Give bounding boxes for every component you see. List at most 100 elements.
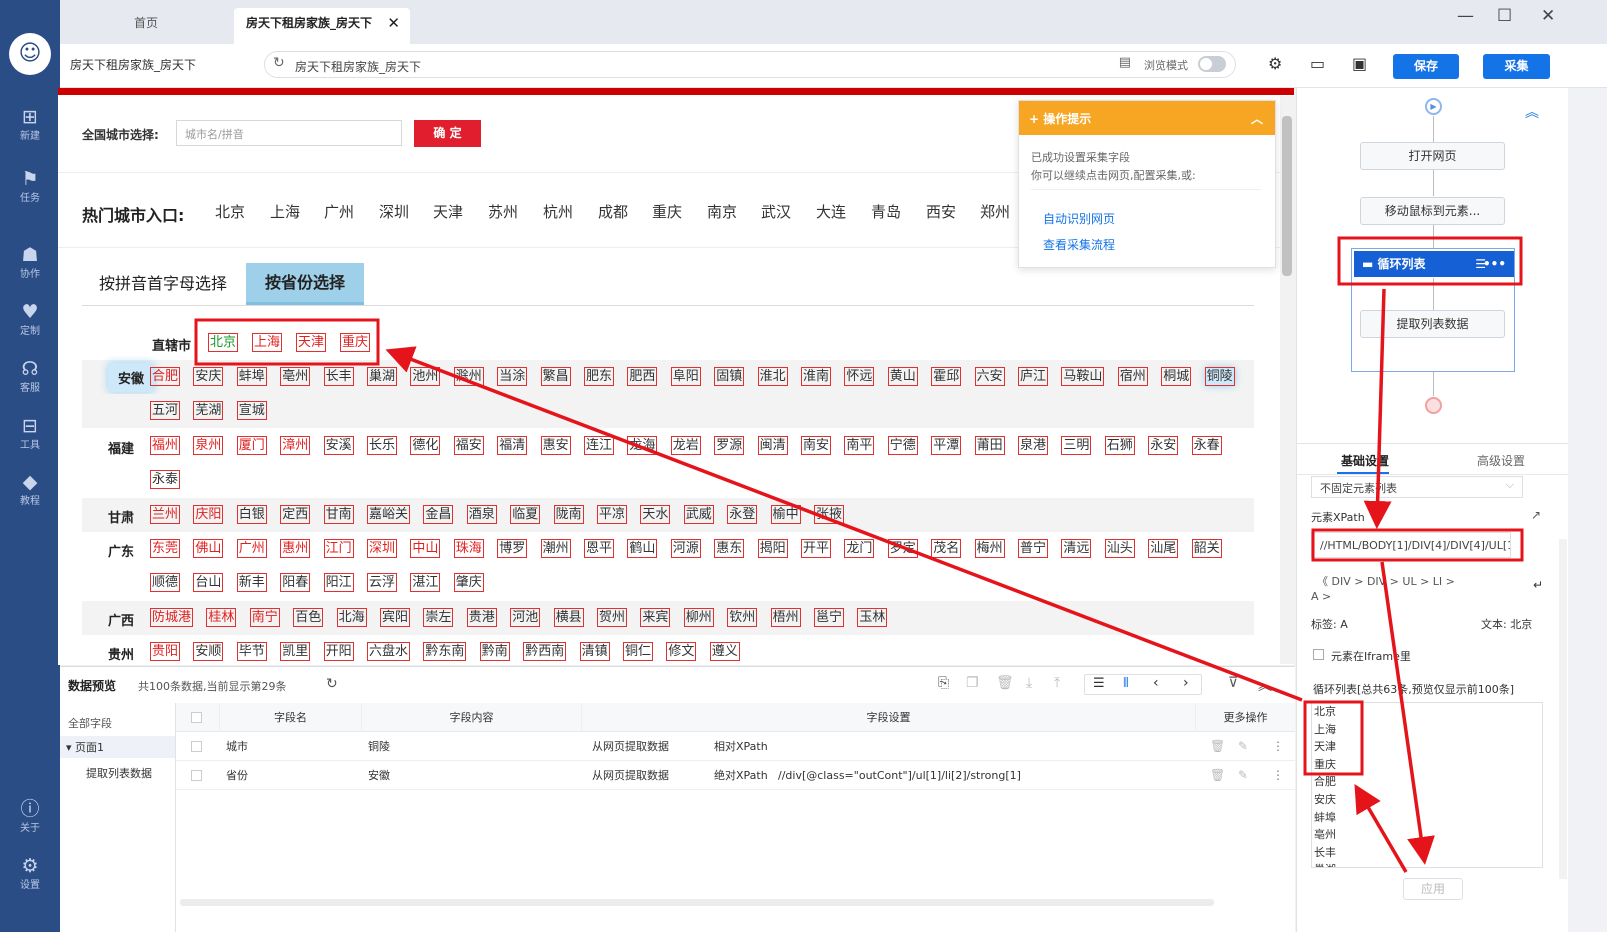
city-link[interactable]: 南安: [801, 436, 832, 455]
city-link[interactable]: 汕尾: [1148, 539, 1179, 558]
layout-bottom-icon[interactable]: ▭: [1310, 54, 1325, 73]
hot-city-link[interactable]: 上海: [270, 201, 300, 222]
city-link[interactable]: 遵义: [709, 642, 740, 661]
city-link[interactable]: 五河: [150, 401, 181, 420]
refresh-icon[interactable]: ↻: [273, 55, 285, 71]
city-link[interactable]: 深圳: [367, 539, 398, 558]
city-link[interactable]: 重庆: [340, 333, 371, 352]
city-link[interactable]: 天水: [640, 505, 671, 524]
province-label[interactable]: 广西: [108, 610, 134, 629]
city-link[interactable]: 福安: [453, 436, 484, 455]
layout-side-icon[interactable]: ▣: [1352, 54, 1367, 73]
delete-icon[interactable]: 🗑: [1210, 732, 1225, 760]
city-link[interactable]: 佛山: [193, 539, 224, 558]
city-link[interactable]: 湛江: [410, 573, 441, 592]
city-link[interactable]: 江门: [323, 539, 354, 558]
city-link[interactable]: 阳春: [280, 573, 311, 592]
city-link[interactable]: 北海: [336, 608, 367, 627]
iframe-checkbox[interactable]: [1313, 649, 1324, 660]
hot-city-link[interactable]: 大连: [816, 201, 846, 222]
city-link[interactable]: 永春: [1191, 436, 1222, 455]
tree-item-page1[interactable]: ▾ 页面1: [60, 736, 175, 758]
cell-field-content[interactable]: 铜陵: [368, 732, 390, 761]
city-link[interactable]: 惠安: [540, 436, 571, 455]
city-link[interactable]: 台山: [193, 573, 224, 592]
city-link[interactable]: 韶关: [1191, 539, 1222, 558]
city-link[interactable]: 金昌: [423, 505, 454, 524]
city-link[interactable]: 六安: [974, 367, 1005, 386]
collect-button[interactable]: 采集: [1483, 54, 1550, 79]
city-link[interactable]: 蚌埠: [236, 367, 267, 386]
city-link[interactable]: 滁州: [453, 367, 484, 386]
city-link[interactable]: 清镇: [579, 642, 610, 661]
city-link[interactable]: 安溪: [323, 436, 354, 455]
view-flow-link[interactable]: 查看采集流程: [1043, 236, 1115, 253]
flow-node-move-mouse[interactable]: 移动鼠标到元素...: [1360, 197, 1505, 225]
hot-city-link[interactable]: 北京: [215, 201, 245, 222]
row-checkbox[interactable]: [191, 741, 202, 752]
tab-current-page[interactable]: 房天下租房家族_房天下 ✕: [234, 8, 410, 44]
loop-mode-select[interactable]: 不固定元素列表 ⌵: [1311, 476, 1523, 498]
city-link[interactable]: 顺德: [150, 573, 181, 592]
city-link[interactable]: 甘南: [323, 505, 354, 524]
province-label[interactable]: 安徽: [108, 363, 155, 392]
table-row[interactable]: 省份 安徽 从网页提取数据 绝对XPath //div[@class="outC…: [176, 761, 1295, 790]
city-link[interactable]: 兰州: [150, 505, 181, 524]
rail-item-tutorial[interactable]: ◆ 教程: [0, 469, 60, 525]
city-link[interactable]: 长乐: [367, 436, 398, 455]
loop-list-item[interactable]: 亳州: [1312, 826, 1542, 844]
city-link[interactable]: 铜仁: [623, 642, 654, 661]
gear-icon[interactable]: ⚙: [1268, 54, 1282, 73]
column-view-icon[interactable]: ⦀: [1123, 676, 1129, 691]
page-info-icon[interactable]: ▤: [1119, 55, 1131, 70]
city-link[interactable]: 贺州: [597, 608, 628, 627]
minimize-icon[interactable]: —: [1457, 6, 1474, 26]
city-link[interactable]: 来宾: [640, 608, 671, 627]
chevron-left-icon[interactable]: ‹: [1153, 675, 1159, 691]
hot-city-link[interactable]: 武汉: [761, 201, 791, 222]
edit-icon[interactable]: ✎: [1238, 732, 1248, 760]
city-link[interactable]: 连江: [584, 436, 615, 455]
province-label[interactable]: 贵州: [108, 644, 134, 663]
city-link[interactable]: 长丰: [323, 367, 354, 386]
row-checkbox[interactable]: [191, 770, 202, 781]
cell-field-name[interactable]: 城市: [226, 732, 248, 761]
city-link[interactable]: 宾阳: [380, 608, 411, 627]
hot-city-link[interactable]: 西安: [926, 201, 956, 222]
collapse-icon[interactable]: ︽: [1258, 675, 1272, 695]
city-link[interactable]: 贵阳: [150, 642, 181, 661]
city-link[interactable]: 恩平: [584, 539, 615, 558]
city-link[interactable]: 贵港: [466, 608, 497, 627]
city-link[interactable]: 罗定: [887, 539, 918, 558]
city-link[interactable]: 平潭: [931, 436, 962, 455]
city-link[interactable]: 鹤山: [627, 539, 658, 558]
download-icon[interactable]: ⤓: [1026, 675, 1032, 691]
city-link[interactable]: 福清: [497, 436, 528, 455]
city-link[interactable]: 繁昌: [540, 367, 571, 386]
city-link[interactable]: 固镇: [714, 367, 745, 386]
city-link[interactable]: 开阳: [323, 642, 354, 661]
table-scrollbar[interactable]: [180, 899, 1214, 906]
city-link[interactable]: 河源: [670, 539, 701, 558]
city-link[interactable]: 崇左: [423, 608, 454, 627]
city-link[interactable]: 铜陵: [1204, 367, 1235, 386]
flow-node-extract-data[interactable]: 提取列表数据: [1360, 310, 1505, 338]
city-link[interactable]: 泉港: [1018, 436, 1049, 455]
upload-icon[interactable]: ⤒: [1054, 675, 1060, 691]
city-link[interactable]: 酒泉: [466, 505, 497, 524]
tab-home[interactable]: 首页: [60, 8, 232, 44]
select-all-checkbox[interactable]: [191, 712, 202, 723]
city-link[interactable]: 石狮: [1104, 436, 1135, 455]
loop-list-item[interactable]: 上海: [1312, 721, 1542, 739]
city-link[interactable]: 河池: [510, 608, 541, 627]
city-link[interactable]: 临夏: [510, 505, 541, 524]
more-vertical-icon[interactable]: ⋮: [1272, 732, 1284, 760]
city-link[interactable]: 梅州: [974, 539, 1005, 558]
hot-city-link[interactable]: 成都: [598, 201, 628, 222]
city-link[interactable]: 庆阳: [193, 505, 224, 524]
city-link[interactable]: 潮州: [540, 539, 571, 558]
maximize-icon[interactable]: ☐: [1497, 6, 1512, 26]
city-link[interactable]: 龙门: [844, 539, 875, 558]
city-link[interactable]: 庐江: [1018, 367, 1049, 386]
city-link[interactable]: 龙岩: [670, 436, 701, 455]
